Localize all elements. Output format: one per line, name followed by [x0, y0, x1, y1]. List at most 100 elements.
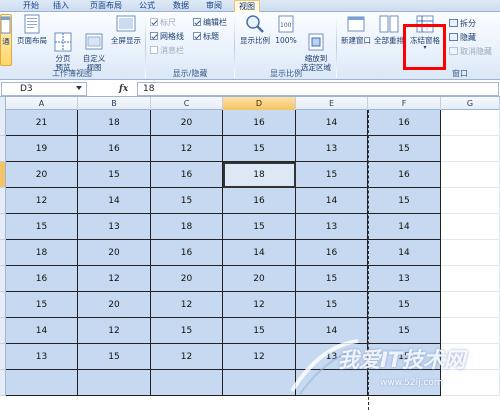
cell-c6[interactable]: 16 [151, 240, 223, 266]
unhide-button[interactable]: 取消隐藏 [449, 47, 492, 57]
cell-d7[interactable]: 20 [223, 266, 296, 292]
cell-g8[interactable] [441, 292, 500, 318]
page-layout-view-button[interactable]: 页面布局 [14, 14, 50, 66]
hide-button[interactable]: 隐藏 [449, 33, 476, 43]
cell-g4[interactable] [441, 188, 500, 214]
zoom-100-button[interactable]: 100 100% [274, 14, 298, 66]
cell-d2[interactable]: 15 [223, 136, 296, 162]
cell-g6[interactable] [441, 240, 500, 266]
cell-f8[interactable]: 15 [368, 292, 441, 318]
tab-formulas[interactable]: 公式 [136, 0, 158, 12]
cell-d8[interactable]: 12 [223, 292, 296, 318]
cell-d10[interactable]: 12 [223, 344, 296, 370]
custom-views-button[interactable]: 自定义 视图 [79, 14, 109, 72]
cell-a11[interactable] [6, 370, 78, 396]
tab-insert[interactable]: 插入 [50, 0, 72, 12]
cell-b5[interactable]: 13 [78, 214, 151, 240]
cell-f7[interactable]: 13 [368, 266, 441, 292]
zoom-button[interactable]: 显示比例 [238, 14, 272, 66]
column-header-a[interactable]: A [6, 97, 78, 110]
headings-checkbox[interactable]: 标题 [193, 32, 219, 42]
cell-b7[interactable]: 12 [78, 266, 151, 292]
cell-e4[interactable]: 14 [296, 188, 368, 214]
cell-b4[interactable]: 14 [78, 188, 151, 214]
spreadsheet-grid[interactable]: ABCDEFG 21 18 20 16 14 16 19 16 12 15 13 15 20 15 16 18… [0, 97, 500, 410]
cell-f2[interactable]: 15 [368, 136, 441, 162]
column-header-e[interactable]: E [296, 97, 368, 110]
cell-d11[interactable] [223, 370, 296, 396]
cell-a9[interactable]: 14 [6, 318, 78, 344]
tab-page-layout[interactable]: 页面布局 [86, 0, 126, 12]
cell-g3[interactable] [441, 162, 500, 188]
cell-b3[interactable]: 15 [78, 162, 151, 188]
cell-g7[interactable] [441, 266, 500, 292]
tab-data[interactable]: 数据 [170, 0, 192, 12]
cell-a4[interactable]: 12 [6, 188, 78, 214]
cell-b6[interactable]: 20 [78, 240, 151, 266]
column-header-c[interactable]: C [151, 97, 223, 110]
chevron-down-icon[interactable] [76, 86, 82, 90]
cell-a6[interactable]: 18 [6, 240, 78, 266]
insert-function-icon[interactable]: fx [119, 82, 128, 96]
cell-d4[interactable]: 16 [223, 188, 296, 214]
column-header-f[interactable]: F [368, 97, 441, 110]
cell-e8[interactable]: 15 [296, 292, 368, 318]
cell-d1[interactable]: 16 [223, 110, 296, 136]
cell-e5[interactable]: 13 [296, 214, 368, 240]
cell-g2[interactable] [441, 136, 500, 162]
page-break-preview-button[interactable]: 分页 预览 [51, 14, 75, 72]
formula-input[interactable]: 18 [137, 82, 499, 96]
cell-a8[interactable]: 15 [6, 292, 78, 318]
cell-a10[interactable]: 13 [6, 344, 78, 370]
cell-c1[interactable]: 20 [151, 110, 223, 136]
gridlines-checkbox[interactable]: 网格线 [150, 32, 184, 42]
cell-g5[interactable] [441, 214, 500, 240]
cell-d9[interactable]: 15 [223, 318, 296, 344]
arrange-all-button[interactable]: 全部重排 [374, 14, 404, 66]
formula-bar-checkbox[interactable]: 编辑栏 [193, 18, 227, 28]
cell-c11[interactable] [151, 370, 223, 396]
cell-d5[interactable]: 15 [223, 214, 296, 240]
cell-e1[interactable]: 14 [296, 110, 368, 136]
cell-c5[interactable]: 18 [151, 214, 223, 240]
split-button[interactable]: 拆分 [449, 19, 476, 29]
cell-d3[interactable]: 18 [223, 162, 296, 188]
cell-e3[interactable]: 15 [296, 162, 368, 188]
column-header-g[interactable]: G [441, 97, 500, 110]
cell-c8[interactable]: 12 [151, 292, 223, 318]
cell-f3[interactable]: 16 [368, 162, 441, 188]
cell-b10[interactable]: 15 [78, 344, 151, 370]
cell-e7[interactable]: 15 [296, 266, 368, 292]
cell-a2[interactable]: 19 [6, 136, 78, 162]
cell-a5[interactable]: 15 [6, 214, 78, 240]
zoom-to-selection-button[interactable]: 缩放到 选定区域 [299, 14, 333, 72]
cell-e2[interactable]: 13 [296, 136, 368, 162]
ruler-checkbox[interactable]: 标尺 [150, 18, 176, 28]
full-screen-button[interactable]: 全屏显示 [110, 14, 142, 66]
cell-c9[interactable]: 15 [151, 318, 223, 344]
column-header-b[interactable]: B [78, 97, 151, 110]
cell-c4[interactable]: 15 [151, 188, 223, 214]
tab-home[interactable]: 开始 [20, 0, 42, 12]
cell-b8[interactable]: 20 [78, 292, 151, 318]
new-window-button[interactable]: 新建窗口 [339, 14, 373, 66]
cell-c7[interactable]: 20 [151, 266, 223, 292]
tab-review[interactable]: 审阅 [203, 0, 225, 12]
cell-g1[interactable] [441, 110, 500, 136]
message-bar-checkbox[interactable]: 消息栏 [150, 46, 184, 56]
cell-f6[interactable]: 14 [368, 240, 441, 266]
cell-f1[interactable]: 16 [368, 110, 441, 136]
cell-f5[interactable]: 14 [368, 214, 441, 240]
cell-f4[interactable]: 15 [368, 188, 441, 214]
cell-c3[interactable]: 16 [151, 162, 223, 188]
cell-b11[interactable] [78, 370, 151, 396]
cell-a1[interactable]: 21 [6, 110, 78, 136]
name-box[interactable]: D3 [1, 82, 87, 96]
cell-b2[interactable]: 16 [78, 136, 151, 162]
cell-b1[interactable]: 18 [78, 110, 151, 136]
cell-a7[interactable]: 16 [6, 266, 78, 292]
cell-a3[interactable]: 20 [6, 162, 78, 188]
cell-e6[interactable]: 16 [296, 240, 368, 266]
column-header-d[interactable]: D [223, 97, 296, 110]
normal-view-button[interactable]: 通 [0, 14, 12, 66]
